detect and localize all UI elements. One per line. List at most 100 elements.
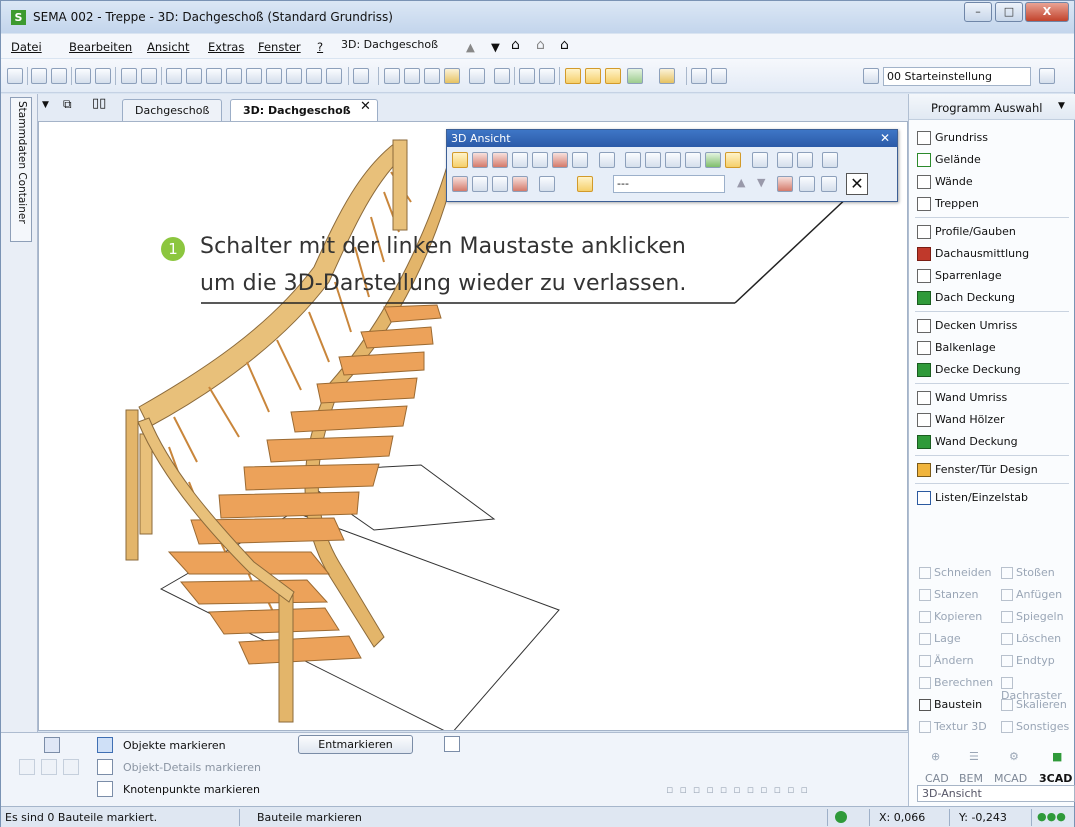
zoom-icon[interactable] [206, 68, 222, 84]
tab-3d-dachgeschoss[interactable]: 3D: Dachgeschoß [230, 99, 378, 122]
save-view-icon[interactable] [777, 176, 793, 192]
light-icon[interactable] [186, 68, 202, 84]
menu-ansicht[interactable]: Ansicht [147, 40, 189, 54]
mode-cad[interactable]: CAD [925, 772, 949, 785]
tab-dachgeschoss[interactable]: Dachgeschoß [122, 99, 223, 121]
mode-bem[interactable]: BEM [959, 772, 983, 785]
tool-berechnen[interactable]: Berechnen [919, 676, 993, 689]
zoom-out-icon[interactable] [246, 68, 262, 84]
presentation-icon[interactable] [752, 152, 768, 168]
copy-view-icon[interactable] [821, 176, 837, 192]
panel-icon[interactable] [711, 68, 727, 84]
view-mode-field[interactable]: 3D-Ansicht [917, 785, 1075, 802]
preset-select[interactable]: 00 Starteinstellung [883, 67, 1031, 86]
tool-skalieren[interactable]: Skalieren [1001, 698, 1067, 711]
layer-lines-icon[interactable] [539, 176, 555, 192]
program-profile-gauben[interactable]: Profile/Gauben [909, 221, 1075, 243]
house-view-2-icon[interactable] [532, 152, 548, 168]
camera-settings-icon[interactable] [797, 152, 813, 168]
menu-help[interactable]: ? [317, 40, 323, 54]
tab-menu-icon[interactable]: ▼ [42, 100, 49, 110]
floor-same-icon[interactable]: ⌂ [536, 37, 545, 53]
section-icon[interactable] [552, 152, 568, 168]
shaded-icon[interactable] [705, 152, 721, 168]
field-down-icon[interactable]: ▼ [757, 176, 773, 192]
roof-view-icon[interactable] [384, 68, 400, 84]
dimension-icon[interactable] [494, 68, 510, 84]
mode-3cad[interactable]: 3CAD [1039, 772, 1072, 785]
tool-schneiden[interactable]: Schneiden [919, 566, 992, 579]
snap-icon[interactable] [353, 68, 369, 84]
render-icon[interactable] [627, 68, 643, 84]
export-icon[interactable] [822, 152, 838, 168]
field-up-icon[interactable]: ▲ [737, 176, 753, 192]
marker-icon[interactable] [659, 68, 675, 84]
pencil-icon[interactable] [444, 68, 460, 84]
camera-list-icon[interactable] [799, 176, 815, 192]
roof-icon[interactable] [452, 176, 468, 192]
3d-view-name-field[interactable]: --- [613, 175, 725, 193]
program-balkenlage[interactable]: Balkenlage [909, 337, 1075, 359]
tool-stossen[interactable]: Stoßen [1001, 566, 1055, 579]
flag-icon[interactable] [404, 68, 420, 84]
program-selection-header[interactable]: Programm Auswahl ▼ [909, 94, 1075, 120]
measure-icon[interactable] [539, 68, 555, 84]
snap-tools-icons[interactable]: ▫▫▫▫▫▫▫▫▫▫▫ [666, 783, 886, 797]
material-on-icon[interactable] [605, 68, 621, 84]
tool-lage[interactable]: Lage [919, 632, 961, 645]
undo-icon[interactable] [75, 68, 91, 84]
model-on-icon[interactable] [585, 68, 601, 84]
maximize-button[interactable]: □ [995, 2, 1023, 22]
view-north-icon[interactable] [472, 152, 488, 168]
close-window-button[interactable]: X [1025, 2, 1069, 22]
camera-icon[interactable] [777, 152, 793, 168]
mark-nodes-toggle[interactable] [97, 781, 113, 797]
view-icon[interactable] [424, 68, 440, 84]
new-window-icon[interactable]: ⧉ [63, 97, 72, 112]
preset-dropdown-icon[interactable] [1039, 68, 1055, 84]
material-icon[interactable] [512, 176, 528, 192]
hidden-line-icon[interactable] [665, 152, 681, 168]
mark-objects-toggle[interactable] [97, 737, 113, 753]
tool-loeschen[interactable]: Löschen [1001, 632, 1061, 645]
hatch-icon[interactable] [519, 68, 535, 84]
paint-icon[interactable] [469, 68, 485, 84]
text-icon[interactable] [166, 68, 182, 84]
tool-endtyp[interactable]: Endtyp [1001, 654, 1055, 667]
list-icon[interactable] [691, 68, 707, 84]
exit-3d-view-button[interactable]: ✕ [846, 173, 868, 195]
cut-icon[interactable] [31, 68, 47, 84]
tool-aendern[interactable]: Ändern [919, 654, 974, 667]
mode-mcad[interactable]: MCAD [994, 772, 1027, 785]
open-icon[interactable] [7, 68, 23, 84]
program-treppen[interactable]: Treppen [909, 193, 1075, 215]
floor-down-icon[interactable]: ⌂ [560, 37, 569, 53]
split-view-icon[interactable]: ▯▯ [92, 96, 106, 111]
program-wand-umriss[interactable]: Wand Umriss [909, 387, 1075, 409]
view-selector[interactable]: 3D: Dachgeschoß [341, 38, 459, 55]
walk-icon[interactable] [599, 152, 615, 168]
layers-icon[interactable] [863, 68, 879, 84]
mark-details-toggle[interactable] [97, 759, 113, 775]
house-view-1-icon[interactable] [512, 152, 528, 168]
close-tab-icon[interactable]: ✕ [360, 99, 371, 114]
minimize-button[interactable]: – [964, 2, 992, 22]
view-down-arrow-icon[interactable]: ▼ [491, 40, 500, 54]
chevron-down-icon[interactable]: ▼ [1058, 101, 1065, 111]
tool-sonstiges[interactable]: Sonstiges [1001, 720, 1069, 733]
zoom-all-icon[interactable] [286, 68, 302, 84]
pan-icon[interactable] [306, 68, 322, 84]
program-listen-einzelstab[interactable]: Listen/Einzelstab [909, 487, 1075, 509]
program-sparrenlage[interactable]: Sparrenlage [909, 265, 1075, 287]
zoom-window-icon[interactable] [266, 68, 282, 84]
tool-baustein[interactable]: Baustein [919, 698, 982, 711]
program-decke-deckung[interactable]: Decke Deckung [909, 359, 1075, 381]
unmark-button[interactable]: Entmarkieren [298, 735, 413, 754]
stammdaten-container-tab[interactable]: Stammdaten Container [10, 97, 32, 242]
3d-viewport[interactable] [38, 121, 908, 731]
copy-icon[interactable] [51, 68, 67, 84]
wireframe-icon[interactable] [645, 152, 661, 168]
house-view-3-icon[interactable] [572, 152, 588, 168]
first-frame-icon[interactable] [625, 152, 641, 168]
cube-icon[interactable] [492, 176, 508, 192]
